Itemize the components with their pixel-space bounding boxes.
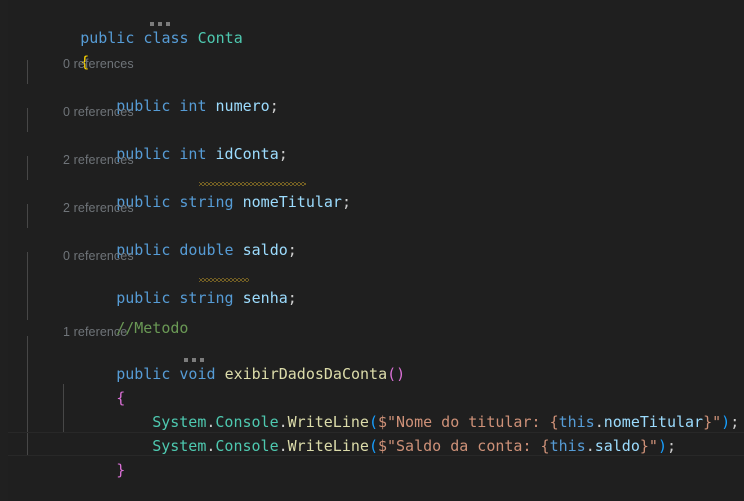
field-name-idconta[interactable]: idConta [216,145,279,163]
code-line-comment[interactable]: //Metodo [0,292,744,337]
field-name-saldo[interactable]: saldo [243,241,288,259]
codelens-idconta[interactable]: 0 references [63,100,134,120]
code-line-class-declaration[interactable]: public class Conta [0,2,744,47]
code-line-class-close-brace[interactable]: } [0,482,744,501]
semicolon: ; [287,241,297,259]
code-line-writeline-nome[interactable]: System.Console.WriteLine($"Nome do titul… [0,386,744,431]
code-line-method-signature[interactable]: public void exibirDadosDaConta() [0,338,744,383]
code-line-class-open-brace[interactable]: { [0,26,744,71]
code-line-field-senha[interactable]: public string senha; [0,262,744,307]
code-content-area[interactable]: public class Conta { 0 references public… [0,0,744,501]
codelens-saldo[interactable]: 2 references [63,196,134,216]
type-int: int [179,145,207,163]
codelens-nometitular[interactable]: 2 references [63,148,134,168]
spellcheck-squiggle-nometitular [199,182,306,186]
code-line-field-saldo[interactable]: public double saldo; [0,214,744,259]
spellcheck-squiggle-senha [199,278,249,282]
semicolon: ; [278,145,288,163]
codelens-senha[interactable]: 0 references [63,244,134,264]
code-line-method-close-brace[interactable]: } [0,434,744,479]
semicolon: ; [269,97,279,115]
code-line-field-idconta[interactable]: public int idConta; [0,118,744,163]
code-editor[interactable]: public class Conta { 0 references public… [0,0,744,501]
codelens-exibirdadosdaconta[interactable]: 1 reference [63,320,127,340]
code-line-writeline-saldo[interactable]: System.Console.WriteLine($"Saldo da cont… [0,410,744,455]
type-double: double [179,241,234,259]
codelens-numero[interactable]: 0 references [63,52,134,72]
brace-close-method: } [116,461,126,479]
code-line-field-numero[interactable]: public int numero; [0,70,744,115]
field-name-numero[interactable]: numero [216,97,270,115]
code-line-method-open-brace[interactable]: { [0,362,744,407]
semicolon: ; [341,193,351,211]
type-string: string [179,193,234,211]
type-int: int [179,97,207,115]
code-line-field-nometitular[interactable]: public string nomeTitular; [0,166,744,211]
field-name-nometitular[interactable]: nomeTitular [243,193,342,211]
